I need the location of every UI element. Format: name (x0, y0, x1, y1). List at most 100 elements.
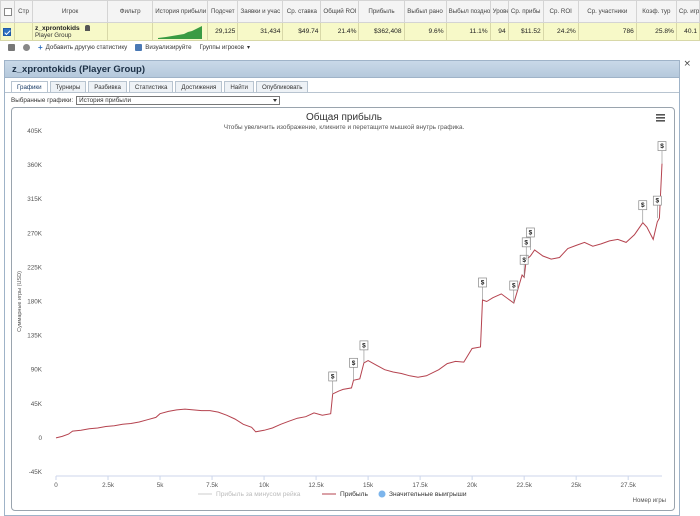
y-tick-label: 45K (31, 401, 43, 408)
chart-subtitle: Чтобы увеличить изображение, кликните и … (224, 123, 465, 131)
player-groups-label: Группы игроков (199, 43, 244, 51)
plus-icon: + (38, 42, 43, 52)
y-tick-label: 360K (27, 162, 43, 169)
x-tick-label: 10k (259, 482, 270, 489)
x-tick-label: 12.5k (308, 482, 324, 489)
y-tick-label: 270K (27, 230, 43, 237)
milestone-symbol: $ (522, 257, 526, 264)
close-icon[interactable]: × (683, 59, 691, 69)
y-axis-label: Суммарные игры (USD) (17, 271, 23, 332)
chart-select-label: Выбранные графики: (11, 97, 74, 104)
player-name[interactable]: z_xprontokids (35, 25, 80, 32)
tab-tournaments[interactable]: Турниры (49, 81, 87, 92)
chart-title: Общая прибыль (306, 111, 382, 123)
col-header-player[interactable]: Игрок (32, 0, 109, 23)
col-header-total-roi[interactable]: Общий ROI (320, 0, 360, 23)
col-header-avg-roi[interactable]: Ср. ROI (542, 0, 579, 23)
chart-icon (135, 43, 143, 51)
avg-roi-cell: 24.2% (542, 22, 579, 41)
profit-series-line (55, 163, 663, 439)
stats-table: Стр Игрок Фильтр История прибыли Подсчет… (0, 0, 700, 41)
profit-cell: $362,408 (358, 22, 405, 41)
dialog-header[interactable]: z_xprontokids (Player Group) (5, 61, 679, 78)
col-header-late[interactable]: Выбыл поздно (445, 0, 491, 23)
col-header-level[interactable]: Урове (489, 0, 509, 23)
toolbar: + Добавить другую статистику Визуализиру… (0, 41, 700, 53)
milestone-symbol: $ (331, 373, 335, 380)
dialog-title: z_xprontokids (Player Group) (12, 63, 146, 75)
x-tick-label: 0 (54, 482, 58, 489)
table-row[interactable]: z_xprontokids Player Group 29,125 31,434… (0, 22, 700, 41)
filter-cell[interactable] (107, 22, 154, 41)
col-header-avg-profit[interactable]: Ср. прибы (507, 0, 544, 23)
player-dialog: z_xprontokids (Player Group) × Графики Т… (4, 59, 691, 516)
trash-icon[interactable] (8, 43, 15, 51)
player-cell[interactable]: z_xprontokids Player Group (32, 22, 109, 41)
avg-players-cell: 786 (577, 22, 637, 41)
add-stat-label: Добавить другую статистику (45, 43, 128, 51)
late-cell: 11.1% (445, 22, 491, 41)
entries-cell: 31,434 (237, 22, 284, 41)
user-icon (84, 24, 90, 31)
milestone-symbol: $ (524, 239, 528, 246)
y-tick-label: -45K (29, 469, 43, 476)
col-header-avg-stake[interactable]: Ср. ставка (282, 0, 322, 23)
col-header-itm[interactable]: Коэф. тур (635, 0, 677, 23)
col-header-avg-players[interactable]: Ср. участники (577, 0, 637, 23)
profit-history-cell[interactable] (152, 22, 209, 41)
total-roi-cell: 21.4% (320, 22, 360, 41)
col-header-early[interactable]: Выбыл рано (403, 0, 447, 23)
tab-breakdown[interactable]: Разбивка (88, 81, 127, 92)
chart-container[interactable]: Общая прибыль Чтобы увеличить изображение… (11, 107, 675, 511)
early-cell: 9.6% (403, 22, 447, 41)
col-header-count[interactable]: Подсчет (207, 0, 239, 23)
y-tick-label: 315K (27, 196, 43, 203)
avg-profit-cell: $11.52 (507, 22, 544, 41)
visualize-label: Визуализируйте (145, 43, 192, 51)
chart-menu-icon[interactable] (656, 114, 665, 122)
page-cell (14, 22, 34, 41)
col-header-entries[interactable]: Заявки и учас (237, 0, 284, 23)
y-tick-label: 180K (27, 299, 43, 306)
row-checkbox[interactable] (0, 22, 16, 41)
visualize-button[interactable]: Визуализируйте (135, 43, 192, 51)
col-header-page[interactable]: Стр (14, 0, 34, 23)
chart-select[interactable]: История прибыли (76, 96, 281, 105)
dialog-tabs: Графики Турниры Разбивка Статистика Дост… (5, 78, 679, 93)
mini-profit-chart[interactable] (158, 25, 203, 39)
col-header-filter[interactable]: Фильтр (107, 0, 154, 23)
player-group: Player Group (35, 31, 72, 39)
profit-chart[interactable]: Общая прибыльЧтобы увеличить изображение… (12, 108, 676, 512)
chevron-down-icon: ▾ (246, 44, 250, 51)
tab-statistics[interactable]: Статистика (128, 81, 174, 92)
avg-games-cell: 40.1 (675, 22, 700, 41)
legend-swatch-wins (378, 490, 386, 498)
milestone-symbol: $ (660, 143, 664, 150)
milestone-symbol: $ (362, 342, 366, 349)
settings-icon[interactable] (23, 43, 30, 51)
tab-charts[interactable]: Графики (11, 81, 48, 92)
y-tick-label: 225K (27, 264, 43, 271)
x-tick-label: 27.5k (620, 482, 636, 489)
tab-achievements[interactable]: Достижения (175, 81, 223, 92)
x-tick-label: 15k (363, 482, 374, 489)
tab-find[interactable]: Найти (224, 81, 254, 92)
milestone-symbol: $ (352, 360, 356, 367)
avg-stake-cell: $49.74 (282, 22, 322, 41)
y-tick-label: 135K (27, 333, 43, 340)
x-tick-label: 7.5k (206, 482, 219, 489)
milestone-symbol: $ (641, 202, 645, 209)
x-tick-label: 5k (157, 482, 165, 489)
player-groups-dropdown[interactable]: Группы игроков ▾ (200, 44, 250, 51)
select-all-checkbox[interactable] (0, 0, 16, 23)
milestone-symbol: $ (481, 279, 485, 286)
col-header-profit[interactable]: Прибыль (358, 0, 405, 23)
milestone-symbol: $ (529, 229, 533, 236)
tab-publish[interactable]: Опубликовать (255, 81, 309, 92)
milestone-symbol: $ (656, 198, 660, 205)
col-header-profit-history[interactable]: История прибыли (152, 0, 209, 23)
y-tick-label: 405K (27, 128, 43, 135)
add-stat-button[interactable]: + Добавить другую статистику (38, 43, 127, 52)
col-header-avg-games[interactable]: Ср. игры / (675, 0, 700, 23)
legend-profit: Прибыль (340, 490, 368, 498)
